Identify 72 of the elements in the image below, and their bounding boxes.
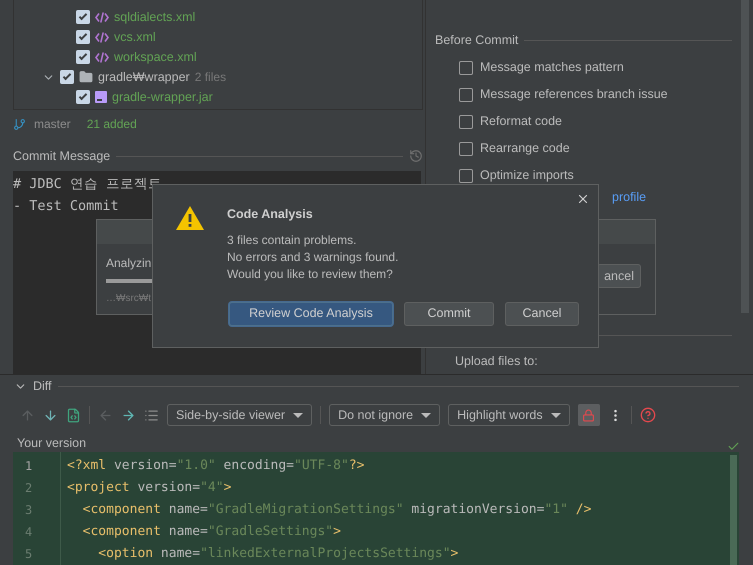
- file-name[interactable]: workspace.xml: [114, 48, 197, 66]
- option-label[interactable]: Message matches pattern: [480, 58, 624, 77]
- progress-text: Analyzin: [106, 255, 152, 272]
- dialog-message: Would you like to review them?: [227, 266, 394, 283]
- option-label[interactable]: Optimize imports: [480, 166, 574, 185]
- lock-icon: [582, 408, 596, 422]
- help-icon[interactable]: [640, 407, 656, 423]
- section-title[interactable]: Diff: [33, 376, 52, 396]
- file-name[interactable]: sqldialects.xml: [114, 8, 196, 26]
- file-name[interactable]: gradle-wrapper.jar: [112, 88, 213, 106]
- progress-path: …₩src₩t: [106, 292, 151, 306]
- dialog-title: Code Analysis: [227, 206, 314, 223]
- code-line: <component name="GradleMigrationSettings" migrationVersion="1" />: [82, 501, 592, 519]
- line-number: 1: [24, 458, 34, 475]
- jar-icon: [95, 91, 107, 103]
- arrow-right-icon[interactable]: [121, 408, 136, 422]
- section-title: Commit Message: [13, 148, 110, 165]
- dialog-button[interactable]: Cancel: [505, 302, 579, 326]
- progress-cancel-button[interactable]: ancel: [597, 264, 641, 288]
- checkbox[interactable]: [459, 60, 473, 74]
- line-number: 3: [24, 502, 34, 519]
- lock-button[interactable]: [578, 404, 600, 426]
- history-icon[interactable]: [409, 149, 423, 163]
- checkbox[interactable]: [459, 114, 473, 128]
- file-count: 2 files: [194, 69, 226, 86]
- checkbox[interactable]: [60, 70, 74, 84]
- option-label[interactable]: Rearrange code: [480, 139, 570, 158]
- pane-title: Your version: [17, 435, 86, 452]
- branch-icon: [13, 118, 26, 130]
- caret-icon: [421, 412, 432, 418]
- code-file-icon: [95, 12, 109, 22]
- warning-icon: [175, 205, 205, 231]
- option-label[interactable]: Reformat code: [480, 112, 562, 131]
- dialog-message: 3 files contain problems.: [227, 232, 358, 249]
- profile-link[interactable]: profile: [612, 190, 646, 204]
- checkbox[interactable]: [459, 142, 473, 156]
- checkbox[interactable]: [459, 168, 473, 182]
- file-name[interactable]: vcs.xml: [114, 28, 156, 46]
- code-line: <project version="4">: [67, 479, 232, 497]
- checkbox[interactable]: [76, 30, 90, 44]
- code-line: <component name="GradleSettings">: [82, 523, 341, 541]
- checkbox[interactable]: [76, 50, 90, 64]
- dropdown[interactable]: Highlight words: [448, 404, 570, 426]
- checkbox[interactable]: [459, 88, 473, 102]
- line-number: 5: [24, 546, 34, 563]
- upload-label: Upload files to:: [454, 353, 539, 370]
- line-number: 4: [24, 524, 34, 541]
- arrow-down-icon[interactable]: [43, 408, 58, 422]
- line-number: 2: [24, 480, 34, 497]
- code-file-icon: [95, 52, 109, 62]
- dropdown[interactable]: Do not ignore: [329, 404, 440, 426]
- changes-summary: 21 added: [86, 116, 137, 133]
- dialog-button[interactable]: Review Code Analysis: [229, 302, 393, 326]
- file-edit-icon[interactable]: [66, 408, 81, 422]
- dialog-message: No errors and 3 warnings found.: [227, 248, 398, 266]
- section-title: Before Commit: [435, 32, 518, 49]
- dropdown[interactable]: Side-by-side viewer: [167, 404, 312, 426]
- code-file-icon: [95, 32, 109, 42]
- close-icon[interactable]: [576, 192, 590, 206]
- code-line: <option name="linkedExternalProjectsSettings">: [97, 545, 458, 563]
- list-icon[interactable]: [144, 408, 159, 422]
- branch-name[interactable]: master: [34, 115, 71, 133]
- caret-icon: [550, 412, 561, 418]
- option-label[interactable]: Message references branch issue: [480, 85, 668, 104]
- folder-icon: [79, 70, 93, 84]
- file-name[interactable]: gradle₩wrapper: [98, 68, 190, 86]
- caret-icon: [293, 412, 304, 418]
- checkbox[interactable]: [76, 10, 90, 24]
- dialog-button[interactable]: Commit: [404, 302, 494, 326]
- code-line: <?xml version="1.0" encoding="UTF-8"?>: [67, 457, 364, 475]
- checkbox[interactable]: [76, 90, 90, 104]
- scrollbar[interactable]: [730, 455, 736, 565]
